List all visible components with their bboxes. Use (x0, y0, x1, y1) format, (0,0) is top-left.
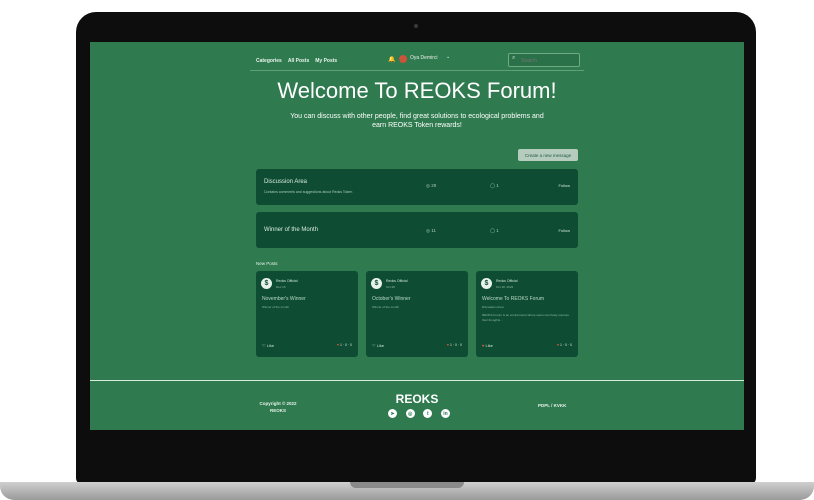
nav-all-posts[interactable]: All Posts (288, 58, 309, 64)
post-card[interactable]: $ Reoks Official Oct 18, 2022 Welcome To… (476, 271, 578, 357)
search-icon: ⌕ (512, 55, 516, 61)
post-category: Winner of the month (262, 305, 290, 309)
instagram-icon[interactable]: ◎ (405, 409, 415, 418)
like-button[interactable]: ♡ Like (262, 343, 274, 348)
post-card[interactable]: $ Reoks Official Dec 15 November's Winne… (256, 271, 358, 357)
create-message-button[interactable]: Create a new message (518, 149, 578, 161)
category-post-count: ◎ 11 (426, 228, 436, 233)
page-title: Welcome To REOKS Forum! (277, 78, 557, 103)
laptop-base-notch (350, 482, 464, 488)
category-comment-count: ◯ 1 (490, 228, 499, 233)
avatar: $ (481, 278, 492, 289)
nav-categories[interactable]: Categories (256, 58, 282, 64)
twitter-icon[interactable]: t (423, 409, 433, 418)
post-stats: ♥ 1 · 0 · 0 (556, 343, 572, 347)
category-description: Contains comments and suggestions about … (264, 190, 353, 194)
post-title[interactable]: October's Winner (372, 296, 410, 302)
category-post-count: ◎ 29 (426, 183, 437, 188)
camera (414, 24, 418, 28)
post-stats: ♥ 1 · 0 · 0 (446, 343, 462, 347)
category-title: Winner of the Month (264, 227, 319, 233)
user-name[interactable]: Oya Demirci (410, 55, 438, 61)
avatar: $ (261, 278, 272, 289)
post-date: Dec 15 (276, 285, 286, 289)
copyright-text: Copyright © 2022 (259, 401, 297, 406)
post-title[interactable]: November's Winner (262, 296, 306, 302)
telegram-icon[interactable]: ➤ (388, 409, 397, 418)
post-excerpt: REOKS Forum is an environment where user… (482, 313, 569, 322)
category-title: Discussion Area (264, 179, 308, 185)
nav-divider (250, 70, 584, 71)
category-card[interactable]: Winner of the Month ◎ 11 ◯ 1 Follow (256, 212, 578, 248)
heart-icon: ♥ (482, 343, 485, 348)
avatar: $ (371, 278, 382, 289)
post-category: Winner of the month (372, 305, 400, 309)
social-links: ➤ ◎ t in (388, 409, 450, 418)
follow-button[interactable]: Follow (558, 228, 570, 233)
nav-my-posts[interactable]: My Posts (315, 58, 337, 64)
page-subtitle: You can discuss with other people, find … (290, 113, 544, 129)
post-date: Oct 18, 2022 (496, 285, 514, 289)
footer-link-pdpl[interactable]: PDPL / KVKK (538, 403, 566, 408)
chevron-down-icon[interactable]: ⌄ (446, 54, 450, 60)
avatar[interactable] (399, 55, 407, 63)
footer-divider (90, 380, 744, 381)
bell-icon[interactable]: 🔔 (388, 56, 395, 63)
post-author: Reoks Official (496, 279, 518, 283)
post-author: Reoks Official (386, 279, 408, 283)
category-card[interactable]: Discussion Area Contains comments and su… (256, 169, 578, 205)
copyright-company: REOKS (269, 408, 286, 413)
new-posts-heading: New Posts (256, 261, 278, 266)
like-button[interactable]: ♥ Like (482, 343, 493, 348)
post-card[interactable]: $ Reoks Official Oct 28 October's Winner… (366, 271, 468, 357)
post-category: Discussion Area (482, 305, 504, 309)
post-title[interactable]: Welcome To REOKS Forum (482, 296, 544, 302)
follow-button[interactable]: Follow (558, 183, 570, 188)
post-author: Reoks Official (276, 279, 298, 283)
like-button[interactable]: ♡ Like (372, 343, 384, 348)
linkedin-icon[interactable]: in (440, 409, 450, 418)
footer-logo[interactable]: REOKS (386, 392, 448, 406)
search-input[interactable] (519, 55, 579, 66)
category-comment-count: ◯ 1 (490, 183, 499, 188)
copyright: Copyright © 2022 REOKS (258, 400, 298, 414)
heart-icon: ♥ (556, 343, 559, 347)
screen: Categories All Posts My Posts 🔔 Oya Demi… (90, 42, 744, 430)
search-box[interactable]: ⌕ (508, 53, 580, 67)
heart-icon: ♥ (446, 343, 449, 347)
post-stats: ♥ 1 · 0 · 0 (336, 343, 352, 347)
heart-icon: ♥ (336, 343, 339, 347)
post-date: Oct 28 (386, 285, 395, 289)
